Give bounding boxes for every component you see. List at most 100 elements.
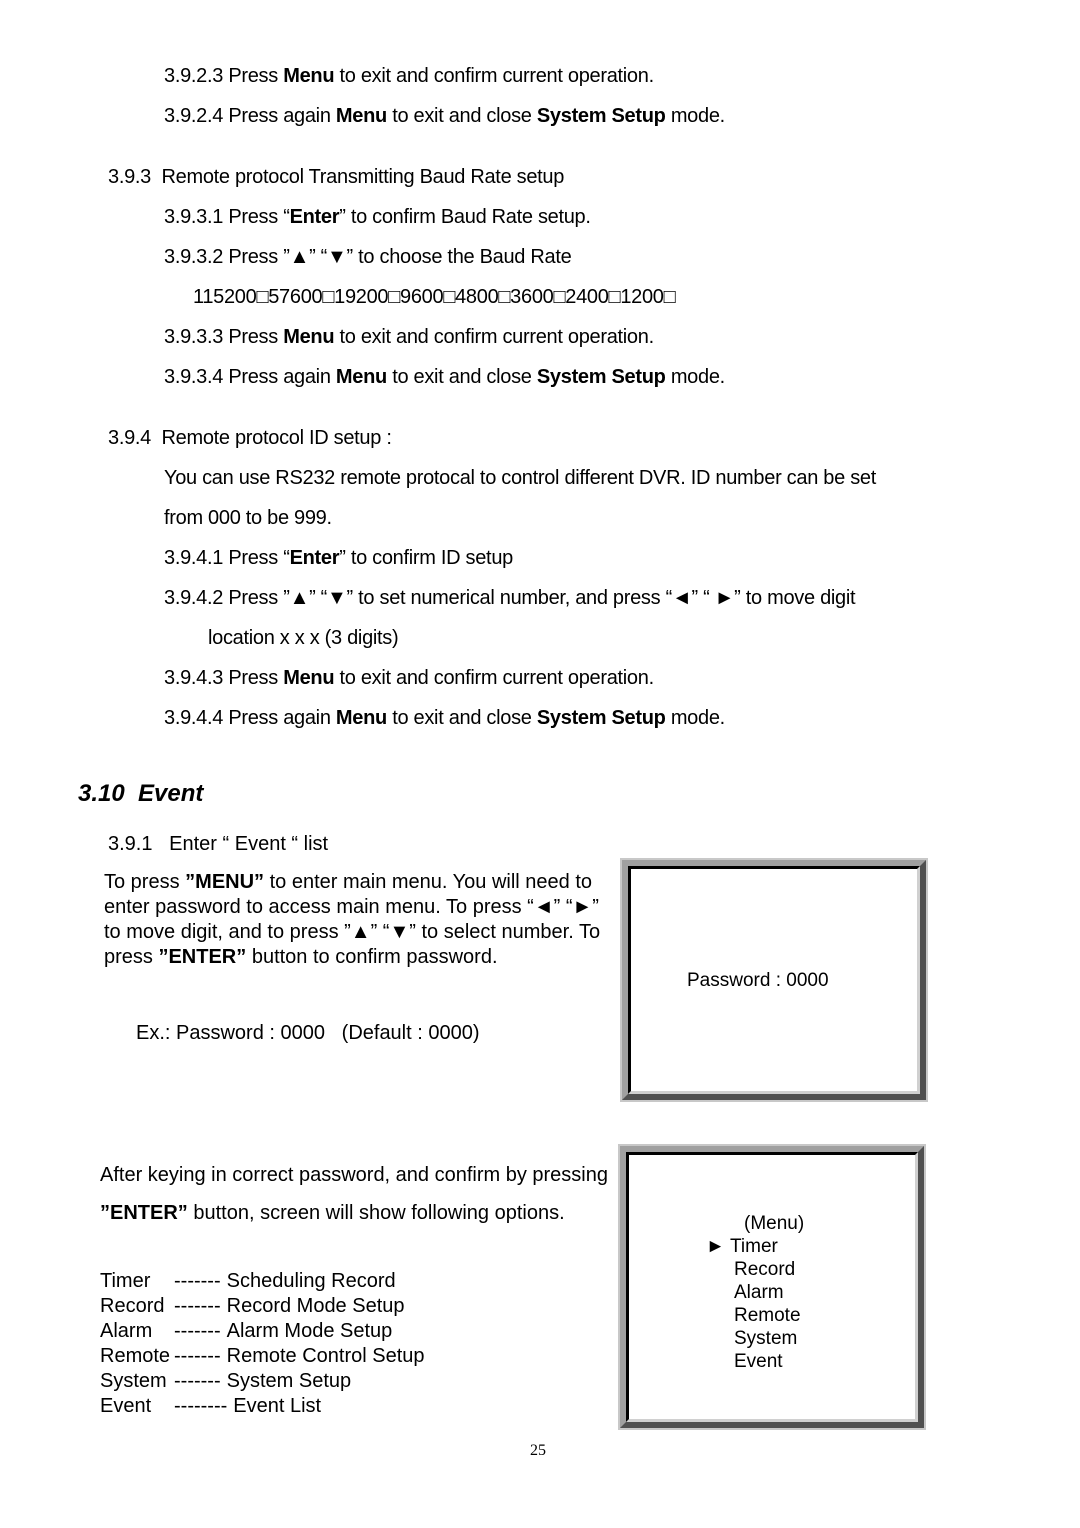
option-name: Remote — [100, 1345, 171, 1367]
step-text: Press again — [228, 105, 336, 127]
step-number: 3.9.3.2 — [164, 246, 224, 268]
step-number: 3.9.2.4 — [164, 105, 224, 127]
menu-item-system[interactable]: System — [706, 1327, 801, 1350]
option-name: Alarm — [100, 1320, 153, 1342]
step-text: Press “ — [228, 206, 290, 228]
after-password-text: After keying in correct password, and co… — [100, 1156, 620, 1232]
instruction-text: button, screen will show following optio… — [187, 1202, 565, 1224]
option-name: System — [100, 1370, 167, 1392]
section-number: 3.9.3 — [108, 166, 151, 188]
option-dashes: ------- — [174, 1295, 221, 1317]
menu-item-alarm[interactable]: Alarm — [706, 1281, 801, 1304]
option-dashes: ------- — [174, 1370, 221, 1392]
key-enter: Enter — [289, 547, 340, 569]
step-number: 3.9.3.3 — [164, 326, 224, 348]
subsection-enter-event-list: 3.9.1 Enter “ Event “ list — [108, 832, 328, 856]
menu-item-label: Alarm — [734, 1282, 784, 1303]
step-number: 3.9.3.1 — [164, 206, 224, 228]
description-line-2: from 000 to be 999. — [164, 507, 332, 529]
menu-item-record[interactable]: Record — [706, 1258, 801, 1281]
option-description: Remote Control Setup — [226, 1345, 425, 1367]
password-screen: Password : 0000 — [620, 858, 928, 1102]
instruction-text: button to confirm password. — [246, 946, 498, 968]
option-dashes: ------- — [174, 1270, 221, 1292]
step-number: 3.9.4.2 — [164, 587, 224, 609]
system-setup-term: System Setup — [536, 105, 666, 127]
system-setup-term: System Setup — [536, 366, 666, 388]
step-3-9-3-3: 3.9.3.3 Press Menu to exit and confirm c… — [164, 325, 654, 349]
step-text: Press ”▲” “▼” to choose the Baud Rate — [228, 246, 572, 268]
step-number: 3.9.3.4 — [164, 366, 224, 388]
step-3-9-3-1: 3.9.3.1 Press “Enter” to confirm Baud Ra… — [164, 205, 591, 229]
step-text: Press again — [228, 366, 336, 388]
key-enter: Enter — [289, 206, 340, 228]
step-3-9-4-2-continued: location x x x (3 digits) — [208, 627, 399, 649]
section-title: Remote protocol ID setup : — [161, 427, 392, 449]
step-number: 3.9.4.3 — [164, 667, 224, 689]
system-setup-term: System Setup — [536, 707, 666, 729]
option-description: Record Mode Setup — [226, 1295, 405, 1317]
step-text: Press — [228, 667, 284, 689]
password-field: Password : 0000 — [687, 970, 829, 991]
section-title: Remote protocol Transmitting Baud Rate s… — [161, 166, 565, 188]
menu-items: ► Timer Record Alarm Remote System Event — [706, 1235, 801, 1373]
step-text: mode. — [665, 707, 725, 729]
step-text: to exit and confirm current operation. — [334, 326, 655, 348]
key-menu: Menu — [335, 105, 387, 127]
key-menu: ”MENU” — [185, 871, 265, 893]
step-3-9-4-3: 3.9.4.3 Press Menu to exit and confirm c… — [164, 666, 654, 690]
step-number: 3.9.2.3 — [164, 65, 224, 87]
step-3-9-2-4: 3.9.2.4 Press again Menu to exit and clo… — [164, 104, 725, 128]
menu-item-event[interactable]: Event — [706, 1350, 801, 1373]
key-menu: Menu — [283, 667, 335, 689]
menu-item-label: Event — [734, 1351, 783, 1372]
step-number: 3.9.4.1 — [164, 547, 224, 569]
menu-item-label: Record — [734, 1259, 796, 1280]
section-heading-event: 3.10 Event — [78, 780, 204, 807]
option-name: Event — [100, 1395, 152, 1417]
step-text: mode. — [665, 105, 725, 127]
step-3-9-4-1: 3.9.4.1 Press “Enter” to confirm ID setu… — [164, 546, 513, 570]
step-text: Press again — [228, 707, 336, 729]
menu-item-timer[interactable]: ► Timer — [706, 1235, 801, 1258]
option-row: System ------- System Setup — [100, 1369, 425, 1394]
option-description: System Setup — [226, 1370, 352, 1392]
step-text: ” to confirm Baud Rate setup. — [339, 206, 591, 228]
step-text: to exit and close — [386, 366, 537, 388]
key-menu: Menu — [283, 326, 335, 348]
section-title: Enter “ Event “ list — [169, 833, 329, 855]
section-number: 3.9.1 — [108, 833, 153, 855]
step-3-9-3-2: 3.9.3.2 Press ”▲” “▼” to choose the Baud… — [164, 245, 572, 269]
option-dashes: ------- — [174, 1345, 221, 1367]
option-dashes: -------- — [174, 1395, 228, 1417]
menu-item-remote[interactable]: Remote — [706, 1304, 801, 1327]
password-instructions: To press ”MENU” to enter main menu. You … — [104, 870, 616, 970]
option-description: Alarm Mode Setup — [226, 1320, 393, 1342]
step-number: 3.9.4.4 — [164, 707, 224, 729]
options-list: Timer ------- Scheduling Record Record -----… — [100, 1269, 425, 1419]
step-text: Press — [228, 326, 284, 348]
step-text: Press ”▲” “▼” to set numerical number, a… — [228, 587, 856, 609]
option-dashes: ------- — [174, 1320, 221, 1342]
step-3-9-2-3: 3.9.2.3 Press Menu to exit and confirm c… — [164, 64, 654, 88]
menu-item-label: System — [734, 1328, 798, 1349]
key-enter: ”ENTER” — [158, 946, 247, 968]
option-name: Record — [100, 1295, 165, 1317]
step-text: mode. — [665, 366, 725, 388]
step-text: to exit and close — [386, 105, 537, 127]
baud-rate-list: 115200□57600□19200□9600□4800□3600□2400□1… — [193, 286, 676, 308]
menu-item-label: Remote — [734, 1305, 801, 1326]
step-text: to exit and close — [386, 707, 537, 729]
option-row: Event -------- Event List — [100, 1394, 425, 1419]
step-text: to exit and confirm current operation. — [334, 667, 655, 689]
section-3-9-4-title: 3.9.4 Remote protocol ID setup : — [108, 426, 392, 450]
section-number: 3.9.4 — [108, 427, 151, 449]
option-row: Remote ------- Remote Control Setup — [100, 1344, 425, 1369]
page-number: 25 — [530, 1442, 546, 1459]
step-text: Press “ — [228, 547, 290, 569]
menu-title: (Menu) — [744, 1213, 805, 1234]
instruction-text: To press — [104, 871, 186, 893]
option-description: Scheduling Record — [226, 1270, 396, 1292]
step-text: ” to confirm ID setup — [339, 547, 513, 569]
cursor-arrow-icon: ► — [706, 1236, 725, 1257]
